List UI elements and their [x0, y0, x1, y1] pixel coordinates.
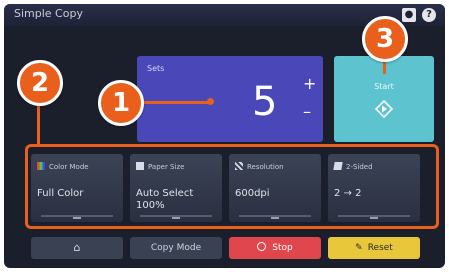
callout-2-badge: 2	[17, 60, 63, 106]
start-icon	[375, 100, 393, 118]
callout-1-pointer	[207, 98, 214, 105]
account-icon[interactable]: ●	[402, 8, 416, 22]
decrement-button[interactable]: –	[303, 102, 311, 121]
help-icon[interactable]: ?	[422, 8, 436, 22]
copies-label: Sets	[147, 64, 165, 73]
callout-3-badge: 3	[362, 16, 408, 62]
copies-panel: Sets 5 + –	[137, 56, 323, 142]
reset-button[interactable]: ✎ Reset	[328, 237, 420, 259]
stop-label: Stop	[272, 243, 293, 253]
stop-icon	[257, 242, 267, 251]
start-label: Start	[374, 82, 394, 91]
reset-label: Reset	[367, 243, 393, 253]
settings-callout-outline	[25, 144, 439, 229]
increment-button[interactable]: +	[303, 74, 316, 93]
stop-button[interactable]: Stop	[229, 237, 321, 259]
app-title: Simple Copy	[14, 7, 83, 20]
home-button[interactable]: ⌂	[31, 237, 123, 259]
callout-1-badge: 1	[98, 80, 144, 126]
copies-value: 5	[252, 79, 278, 125]
callout-1-connector	[138, 101, 208, 104]
copy-mode-button[interactable]: Copy Mode	[130, 237, 222, 259]
reset-icon: ✎	[355, 243, 363, 253]
